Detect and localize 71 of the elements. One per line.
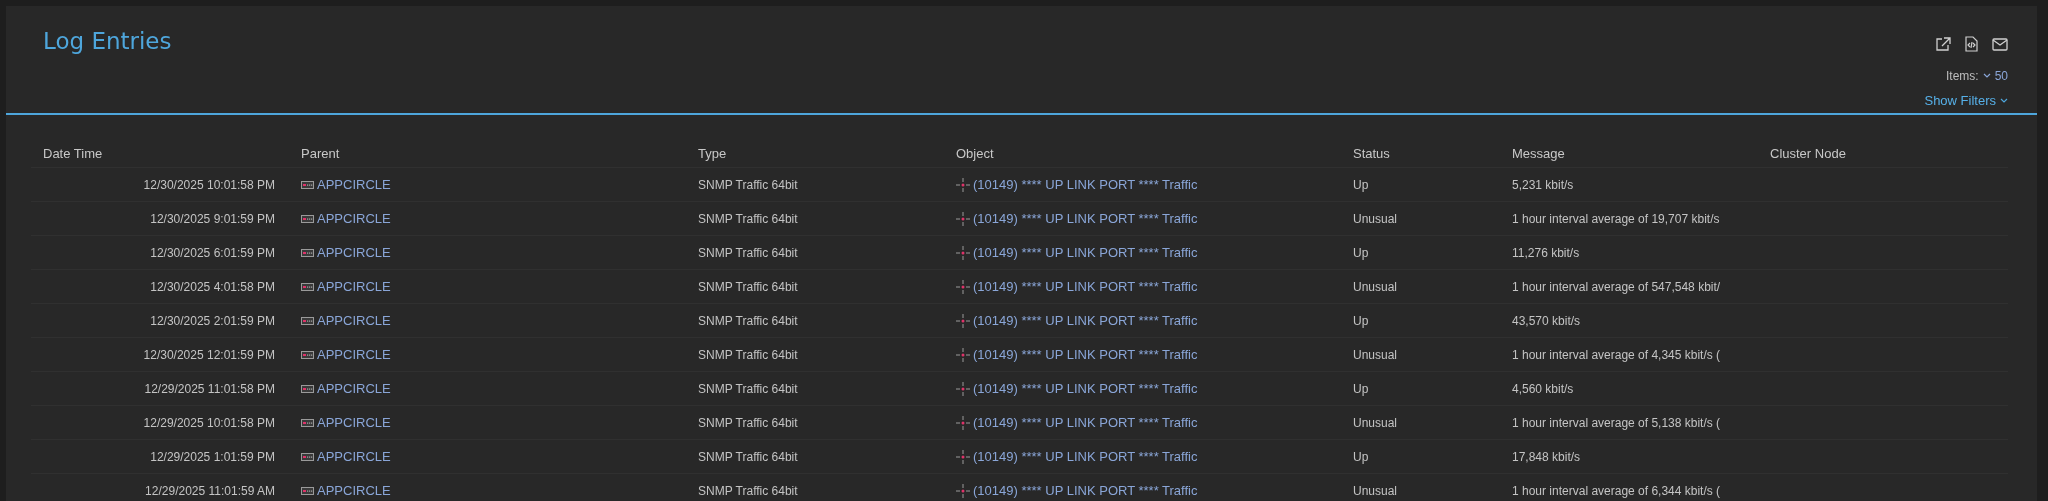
table-cell: 12/30/2025 10:01:58 PM bbox=[143, 177, 275, 192]
table-cell: SNMP Traffic 64bit bbox=[698, 211, 798, 226]
parent-link[interactable]: APPCIRCLE bbox=[301, 381, 391, 396]
table-cell: SNMP Traffic 64bit bbox=[698, 347, 798, 362]
table-cell: SNMP Traffic 64bit bbox=[698, 245, 798, 260]
table-cell: SNMP Traffic 64bit bbox=[698, 177, 798, 192]
table-cell: Up bbox=[1353, 313, 1369, 328]
table-cell: Unusual bbox=[1353, 415, 1398, 430]
show-filters-link[interactable]: Show Filters bbox=[1924, 93, 2008, 109]
table-cell: 12/29/2025 1:01:59 PM bbox=[150, 449, 275, 464]
object-link[interactable]: (10149) **** UP LINK PORT **** Traffic bbox=[956, 483, 1198, 498]
parent-link[interactable]: APPCIRCLE bbox=[301, 245, 391, 260]
table-cell: SNMP Traffic 64bit bbox=[698, 415, 798, 430]
table-cell: 4,560 kbit/s bbox=[1512, 381, 1574, 396]
table-cell: Up bbox=[1353, 449, 1369, 464]
table-cell: 12/30/2025 12:01:59 PM bbox=[143, 347, 275, 362]
table-cell: 12/30/2025 9:01:59 PM bbox=[150, 211, 275, 226]
table-cell: 12/29/2025 11:01:58 PM bbox=[144, 381, 275, 396]
table-cell: SNMP Traffic 64bit bbox=[698, 381, 798, 396]
table-cell: 1 hour interval average of 6,344 kbit/s ( bbox=[1512, 483, 1721, 498]
parent-link[interactable]: APPCIRCLE bbox=[301, 347, 391, 362]
parent-link[interactable]: APPCIRCLE bbox=[301, 177, 391, 192]
object-link[interactable]: (10149) **** UP LINK PORT **** Traffic bbox=[956, 449, 1198, 464]
object-link[interactable]: (10149) **** UP LINK PORT **** Traffic bbox=[956, 245, 1198, 260]
column-header[interactable]: Date Time bbox=[31, 145, 289, 161]
table-cell: 12/29/2025 11:01:59 AM bbox=[145, 483, 275, 498]
table-cell: Up bbox=[1353, 381, 1369, 396]
parent-link[interactable]: APPCIRCLE bbox=[301, 211, 391, 226]
table-cell: Up bbox=[1353, 177, 1369, 192]
table-cell: 1 hour interval average of 5,138 kbit/s ( bbox=[1512, 415, 1721, 430]
table-cell: Unusual bbox=[1353, 279, 1398, 294]
table-cell: 43,570 kbit/s bbox=[1512, 313, 1581, 328]
table-cell: Unusual bbox=[1353, 483, 1398, 498]
page-title: Log Entries bbox=[43, 27, 172, 55]
table-cell: 1 hour interval average of 547,548 kbit/ bbox=[1512, 279, 1721, 294]
items-label: Items: bbox=[1945, 69, 1979, 83]
table-cell: 17,848 kbit/s bbox=[1512, 449, 1581, 464]
table-cell: Unusual bbox=[1353, 347, 1398, 362]
table-cell: 1 hour interval average of 19,707 kbit/s bbox=[1512, 211, 1720, 226]
parent-link[interactable]: APPCIRCLE bbox=[301, 415, 391, 430]
column-header[interactable]: Object bbox=[944, 145, 1341, 161]
table-cell: 12/30/2025 4:01:58 PM bbox=[150, 279, 275, 294]
object-link[interactable]: (10149) **** UP LINK PORT **** Traffic bbox=[956, 279, 1198, 294]
parent-link[interactable]: APPCIRCLE bbox=[301, 313, 391, 328]
table-cell: 11,276 kbit/s bbox=[1512, 245, 1580, 260]
items-dropdown[interactable]: 50 bbox=[1982, 69, 2008, 83]
object-link[interactable]: (10149) **** UP LINK PORT **** Traffic bbox=[956, 347, 1198, 362]
parent-link[interactable]: APPCIRCLE bbox=[301, 279, 391, 294]
parent-link[interactable]: APPCIRCLE bbox=[301, 449, 391, 464]
table-cell: SNMP Traffic 64bit bbox=[698, 449, 798, 464]
table-cell: SNMP Traffic 64bit bbox=[698, 279, 798, 294]
object-link[interactable]: (10149) **** UP LINK PORT **** Traffic bbox=[956, 415, 1198, 430]
object-link[interactable]: (10149) **** UP LINK PORT **** Traffic bbox=[956, 211, 1198, 226]
parent-link[interactable]: APPCIRCLE bbox=[301, 483, 391, 498]
object-link[interactable]: (10149) **** UP LINK PORT **** Traffic bbox=[956, 381, 1198, 396]
table-cell: 5,231 kbit/s bbox=[1512, 177, 1574, 192]
table-cell: Up bbox=[1353, 245, 1369, 260]
column-header[interactable]: Type bbox=[686, 145, 944, 161]
object-link[interactable]: (10149) **** UP LINK PORT **** Traffic bbox=[956, 313, 1198, 328]
table-cell: SNMP Traffic 64bit bbox=[698, 313, 798, 328]
table-cell: 12/29/2025 10:01:58 PM bbox=[143, 415, 275, 430]
table-cell: SNMP Traffic 64bit bbox=[698, 483, 798, 498]
table-cell: Unusual bbox=[1353, 211, 1398, 226]
table-cell: 12/30/2025 2:01:59 PM bbox=[150, 313, 275, 328]
column-header[interactable]: Status bbox=[1341, 145, 1500, 161]
object-link[interactable]: (10149) **** UP LINK PORT **** Traffic bbox=[956, 177, 1198, 192]
column-header[interactable]: Message bbox=[1500, 145, 1758, 161]
column-header[interactable]: Cluster Node bbox=[1758, 145, 2002, 161]
table-cell: 12/30/2025 6:01:59 PM bbox=[150, 245, 275, 260]
table-cell: 1 hour interval average of 4,345 kbit/s ( bbox=[1512, 347, 1721, 362]
column-header[interactable]: Parent bbox=[289, 145, 686, 161]
